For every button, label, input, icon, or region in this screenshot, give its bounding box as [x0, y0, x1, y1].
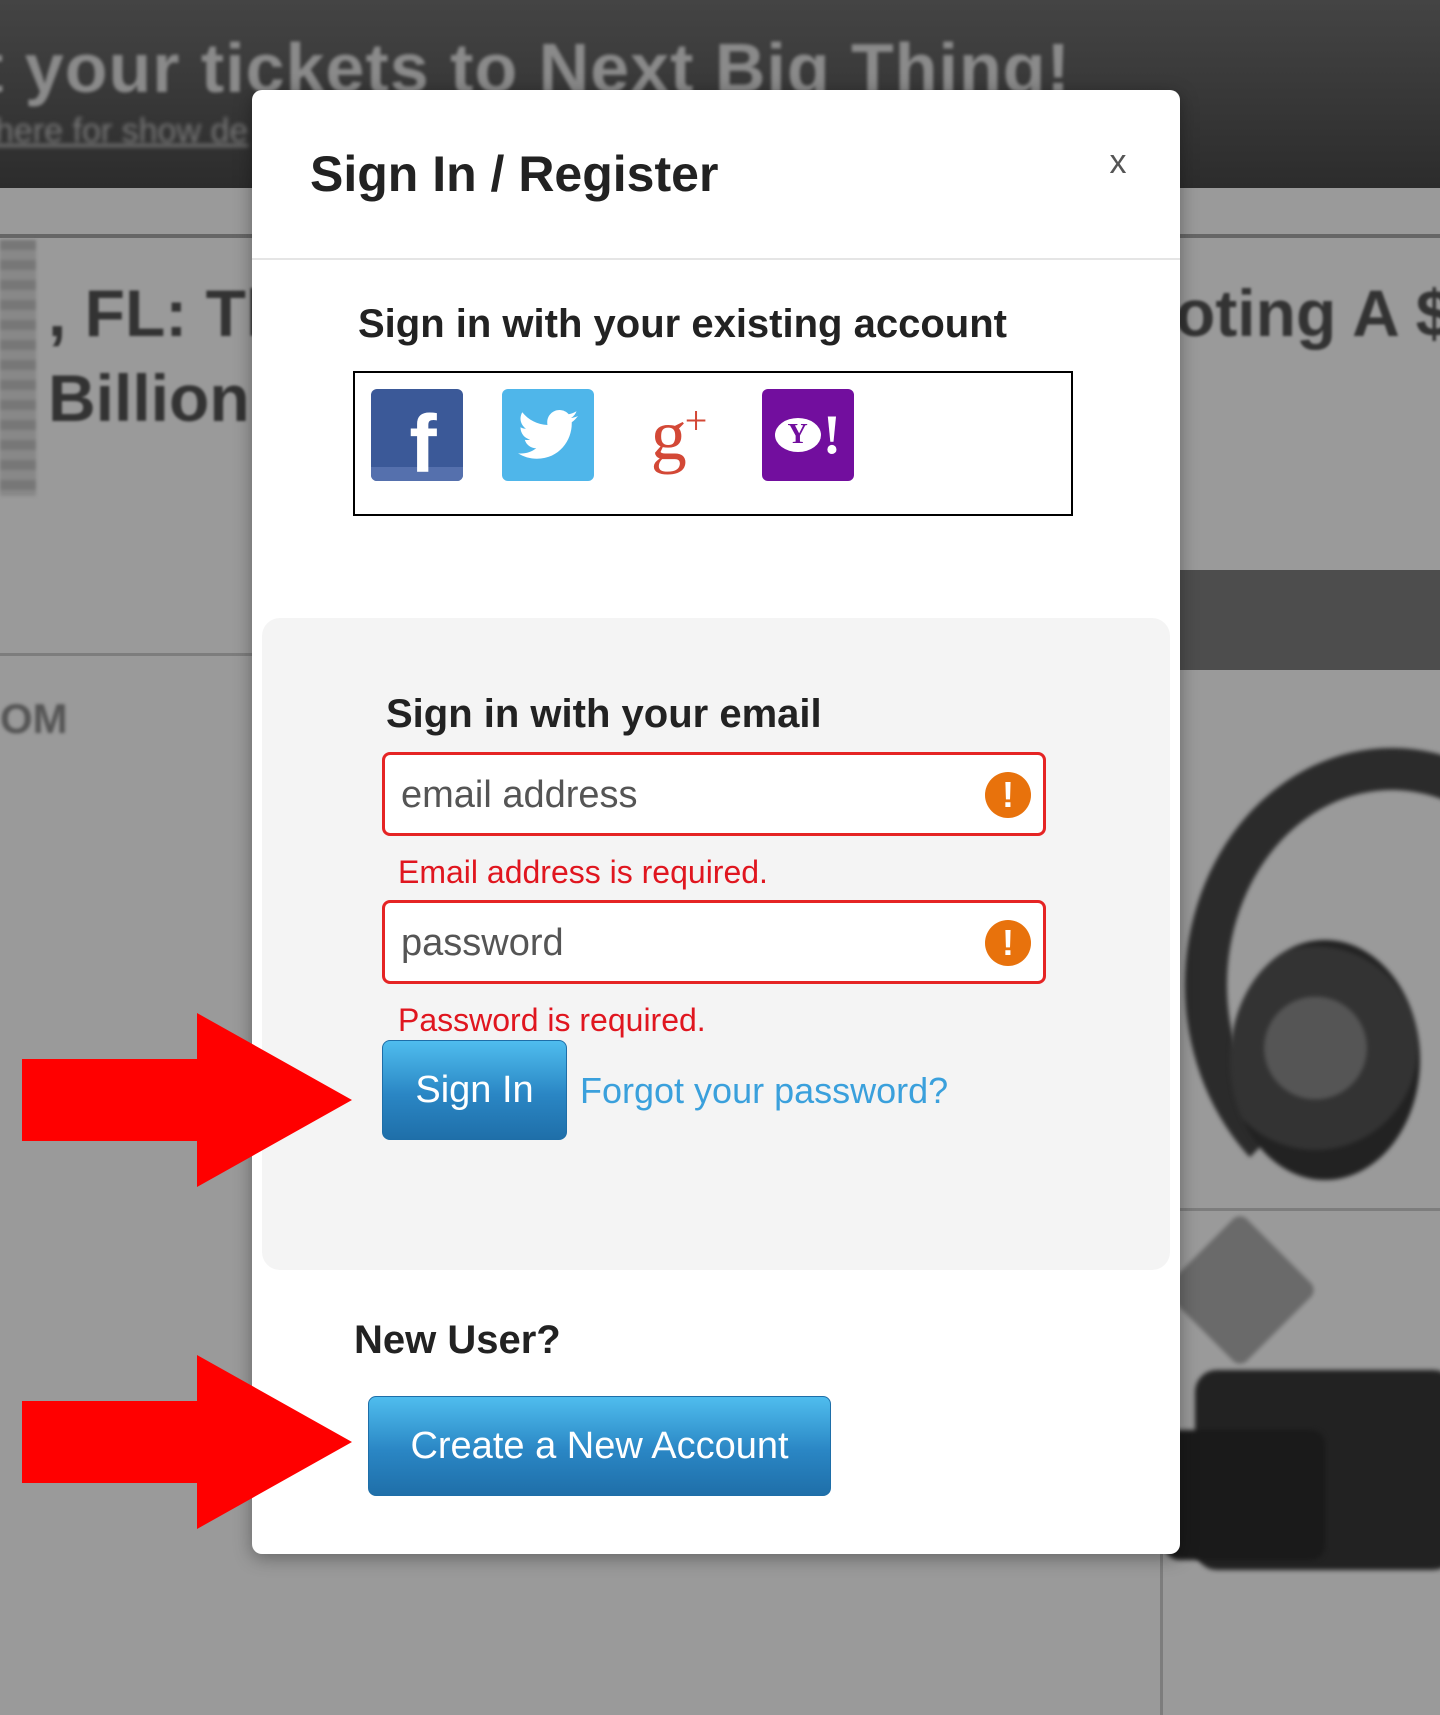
yahoo-signin-button[interactable]: Y !	[762, 389, 854, 481]
price-tag	[1162, 1212, 1318, 1368]
twitter-signin-button[interactable]	[502, 389, 594, 481]
email-error-message: Email address is required.	[398, 854, 768, 890]
article-headline-right: oting A $	[1175, 276, 1440, 350]
forgot-password-link[interactable]: Forgot your password?	[580, 1070, 948, 1112]
email-signin-heading: Sign in with your email	[386, 692, 822, 736]
new-user-heading: New User?	[354, 1318, 561, 1362]
modal-title: Sign In / Register	[310, 146, 719, 202]
facebook-icon: f	[409, 399, 437, 481]
article-headline-left-1: , FL: Th	[48, 276, 287, 350]
email-field-wrapper: !	[382, 752, 1046, 836]
facebook-signin-button[interactable]: f	[371, 389, 463, 481]
camera-lens	[1165, 1430, 1325, 1560]
divider	[0, 653, 260, 656]
arrow-annotation-create-account	[22, 1355, 352, 1529]
sidebar-text: OM	[0, 695, 68, 742]
warning-icon: !	[985, 920, 1031, 966]
email-input[interactable]	[399, 755, 973, 835]
password-field-wrapper: !	[382, 900, 1046, 984]
section-header-bar	[1180, 570, 1440, 670]
modal-header: Sign In / Register x	[252, 90, 1180, 260]
password-error-message: Password is required.	[398, 1002, 706, 1038]
close-button[interactable]: x	[1098, 142, 1138, 182]
article-headline-left-2: Billion	[48, 361, 250, 435]
warning-icon: !	[985, 772, 1031, 818]
sign-in-button[interactable]: Sign In	[382, 1040, 567, 1140]
google-plus-icon: g+	[650, 394, 708, 475]
password-input[interactable]	[399, 903, 973, 983]
headphones-earcup	[1230, 940, 1420, 1180]
google-plus-signin-button[interactable]: g+	[632, 389, 724, 481]
social-signin-heading: Sign in with your existing account	[358, 302, 1007, 346]
article-thumbnail	[0, 240, 36, 496]
yahoo-icon: Y	[774, 418, 821, 452]
twitter-icon	[518, 410, 578, 459]
email-signin-panel: Sign in with your email ! Email address …	[262, 618, 1170, 1270]
social-provider-list: f g+ Y !	[353, 371, 1073, 516]
sign-in-modal: Sign In / Register x Sign in with your e…	[252, 90, 1180, 1554]
create-account-button[interactable]: Create a New Account	[368, 1396, 831, 1496]
yahoo-exclamation-icon: !	[822, 404, 842, 466]
arrow-annotation-sign-in	[22, 1013, 352, 1187]
promo-banner-link: here for show de	[0, 112, 249, 150]
